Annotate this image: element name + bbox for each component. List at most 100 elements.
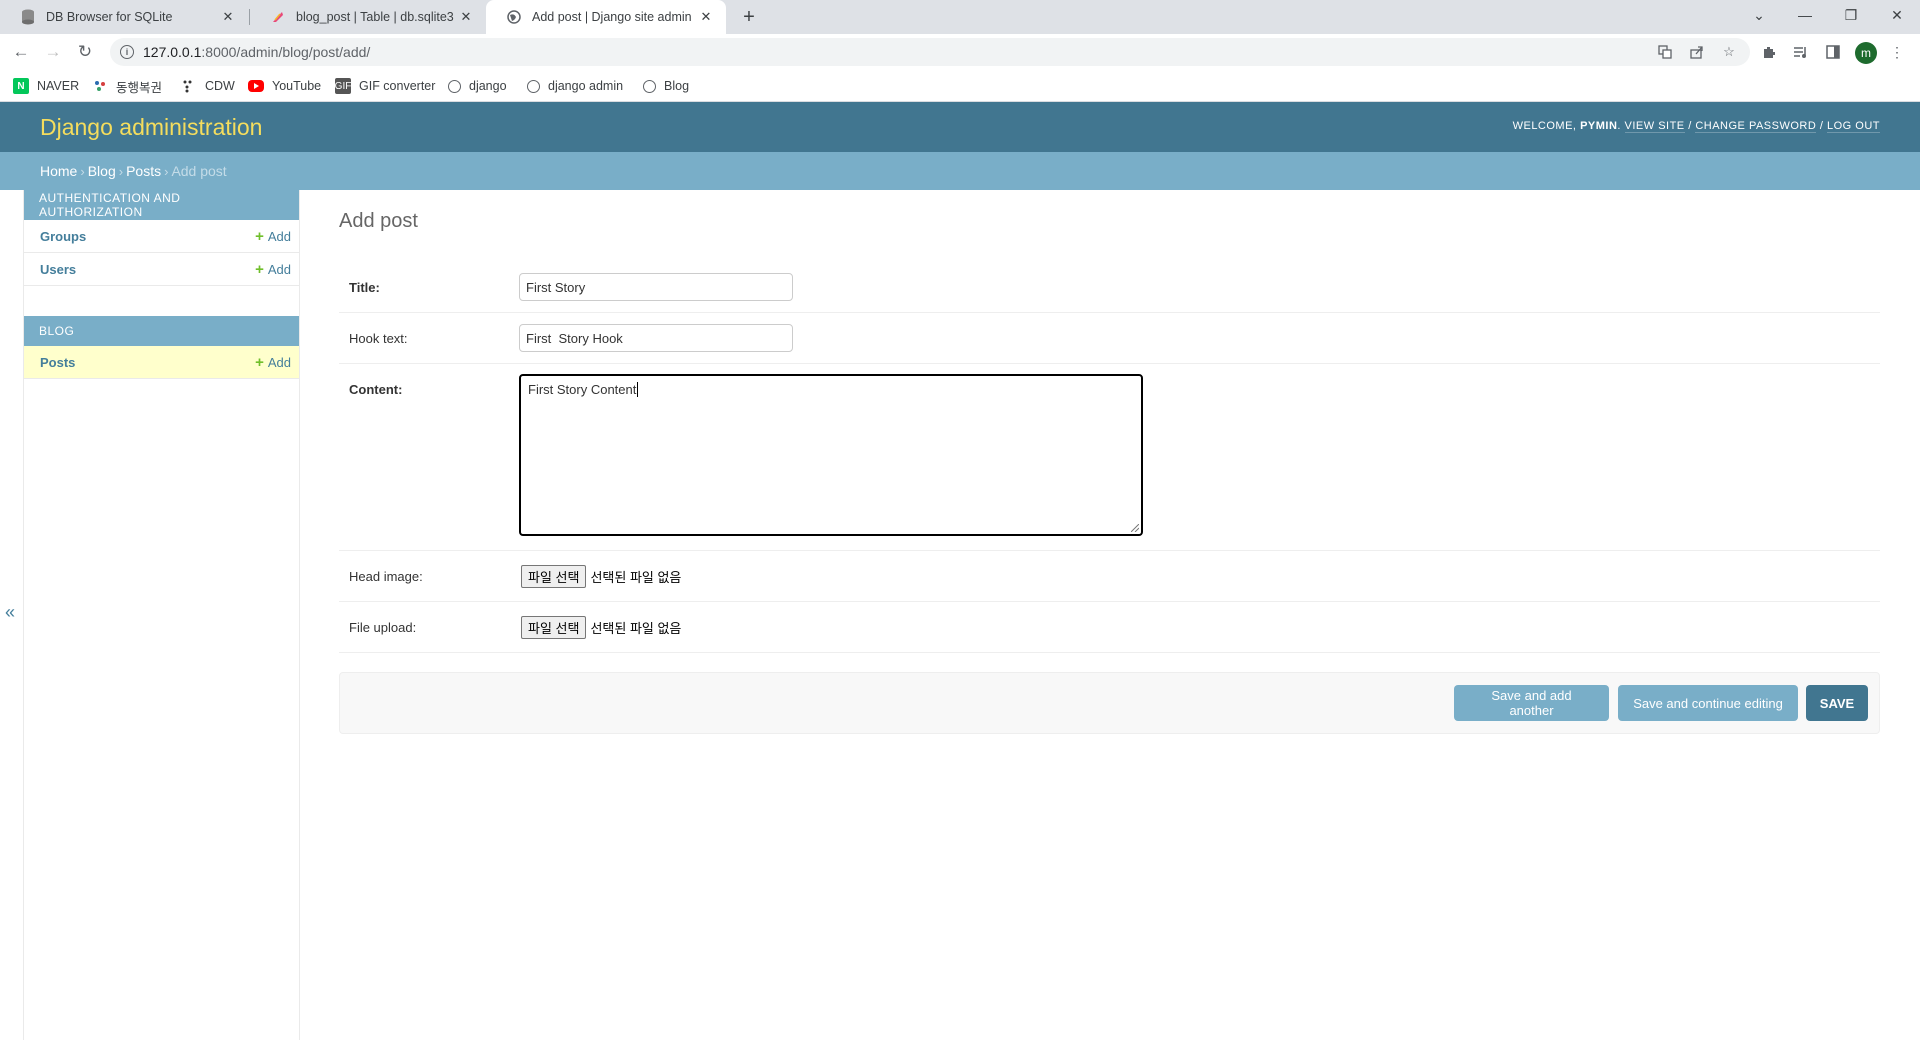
forward-icon[interactable]: → (41, 40, 65, 64)
breadcrumb-home[interactable]: Home (40, 163, 77, 179)
breadcrumb-separator: › (80, 163, 85, 179)
file-status-text: 선택된 파일 없음 (590, 621, 682, 636)
file-upload-file-input[interactable]: 파일 선택 선택된 파일 없음 (521, 616, 681, 639)
model-link-posts[interactable]: Posts (40, 355, 75, 370)
bookmark-label: NAVER (37, 79, 80, 93)
close-icon[interactable]: ✕ (220, 9, 236, 25)
view-site-link[interactable]: View site (1624, 120, 1685, 133)
side-panel-icon[interactable] (1823, 42, 1843, 62)
site-branding[interactable]: Django administration (40, 114, 262, 141)
change-password-link[interactable]: Change password (1695, 120, 1817, 133)
add-users-link[interactable]: + Add (255, 261, 291, 278)
tab-blog-post-table[interactable]: blog_post | Table | db.sqlite3 ✕ (250, 0, 486, 34)
form-row-hook-text: Hook text: (339, 313, 1880, 364)
welcome-text: Welcome, (1512, 120, 1577, 132)
kebab-menu-icon[interactable]: ⋮ (1887, 42, 1907, 62)
model-link-users[interactable]: Users (40, 262, 76, 277)
globe-icon (643, 79, 656, 93)
globe-icon (527, 79, 540, 93)
resize-grip-icon[interactable] (1131, 524, 1139, 532)
module-caption-blog[interactable]: Blog (24, 316, 299, 346)
admin-header: Django administration Welcome, pymin. Vi… (0, 102, 1920, 152)
minimize-button[interactable]: — (1782, 0, 1828, 30)
site-info-icon[interactable]: i (120, 45, 134, 59)
new-tab-button[interactable]: + (737, 5, 761, 29)
tab-search-icon[interactable]: ⌄ (1736, 0, 1782, 30)
window-close-button[interactable]: ✕ (1874, 0, 1920, 30)
tab-db-browser[interactable]: DB Browser for SQLite ✕ (0, 0, 248, 34)
back-icon[interactable]: ← (9, 40, 33, 64)
lottery-icon (92, 78, 108, 94)
url-text[interactable]: 127.0.0.1:8000/admin/blog/post/add/ (143, 44, 370, 60)
hook-text-label: Hook text: (349, 331, 408, 346)
form-row-head-image: Head image: 파일 선택 선택된 파일 없음 (339, 551, 1880, 602)
feather-icon (270, 9, 286, 25)
choose-file-button[interactable]: 파일 선택 (521, 565, 587, 588)
plus-icon: + (255, 260, 264, 278)
head-image-file-input[interactable]: 파일 선택 선택된 파일 없음 (521, 565, 681, 588)
log-out-link[interactable]: Log out (1826, 120, 1880, 133)
bookmark-label: Blog (664, 79, 690, 93)
save-button[interactable]: Save (1806, 685, 1868, 721)
sidebar-collapse-toggle[interactable]: « (5, 602, 19, 623)
save-continue-editing-button[interactable]: Save and continue editing (1618, 685, 1798, 721)
username: pymin (1580, 120, 1618, 132)
sidebar-item-users: Users + Add (24, 253, 299, 286)
tab-title: DB Browser for SQLite (46, 10, 173, 24)
close-icon[interactable]: ✕ (698, 9, 714, 25)
bookmark-lottery[interactable]: 동행복권 (92, 77, 162, 95)
add-label: Add (267, 354, 291, 370)
module-caption-auth[interactable]: Authentication and Authorization (24, 190, 299, 220)
bookmark-gif-converter[interactable]: GIF GIF converter (335, 77, 435, 95)
choose-file-button[interactable]: 파일 선택 (521, 616, 587, 639)
file-status-text: 선택된 파일 없음 (590, 570, 682, 585)
sidebar-item-posts: Posts + Add (24, 346, 299, 379)
profile-avatar[interactable]: m (1855, 42, 1877, 64)
reload-icon[interactable]: ↻ (73, 40, 97, 64)
star-icon[interactable]: ☆ (1721, 44, 1737, 60)
globe-icon (448, 79, 461, 93)
module-spacer (24, 286, 299, 316)
hook-text-input[interactable] (519, 324, 793, 352)
content-label: Content: (349, 382, 403, 397)
breadcrumb-posts[interactable]: Posts (126, 163, 161, 179)
content-textarea[interactable]: First Story Content (519, 374, 1143, 536)
bookmark-django-admin[interactable]: django admin (527, 77, 623, 95)
page-title: Add post (339, 210, 418, 232)
bookmark-django[interactable]: django (448, 77, 507, 95)
naver-icon: N (13, 78, 29, 94)
save-add-another-button[interactable]: Save and add another (1454, 685, 1609, 721)
bookmark-blog[interactable]: Blog (643, 77, 689, 95)
gif-icon: GIF (335, 78, 351, 94)
sidebar-item-groups: Groups + Add (24, 220, 299, 253)
breadcrumb-separator: › (118, 163, 124, 179)
add-posts-link[interactable]: + Add (255, 354, 291, 371)
bookmark-naver[interactable]: N NAVER (13, 77, 79, 95)
bookmarks-bar: N NAVER 동행복권 CDW YouTube GIF GIF convert… (0, 70, 1920, 102)
restore-button[interactable]: ❐ (1828, 0, 1874, 30)
title-label: Title: (349, 280, 380, 295)
breadcrumb-blog[interactable]: Blog (88, 163, 116, 179)
address-bar[interactable]: i 127.0.0.1:8000/admin/blog/post/add/ (110, 38, 1750, 66)
user-tools: Welcome, pymin. View site / Change passw… (1512, 120, 1880, 133)
database-icon (20, 9, 36, 25)
browser-toolbar: ← → ↻ i 127.0.0.1:8000/admin/blog/post/a… (0, 34, 1920, 70)
form-row-file-upload: File upload: 파일 선택 선택된 파일 없음 (339, 602, 1880, 653)
add-groups-link[interactable]: + Add (255, 228, 291, 245)
share-icon[interactable] (1689, 44, 1705, 60)
add-label: Add (267, 261, 291, 277)
extensions-icon[interactable] (1759, 42, 1779, 62)
translate-icon[interactable] (1657, 44, 1673, 60)
tab-add-post[interactable]: Add post | Django site admin ✕ (486, 0, 726, 34)
tab-title: blog_post | Table | db.sqlite3 (296, 10, 454, 24)
bookmark-label: 동행복권 (116, 80, 163, 95)
model-link-groups[interactable]: Groups (40, 229, 86, 244)
media-icon[interactable] (1791, 42, 1811, 62)
bookmark-cdw[interactable]: CDW (181, 77, 235, 95)
globe-icon (506, 9, 522, 25)
submit-row: Save and add another Save and continue e… (339, 672, 1880, 734)
text-cursor (637, 382, 639, 397)
bookmark-youtube[interactable]: YouTube (248, 77, 321, 95)
title-input[interactable] (519, 273, 793, 301)
close-icon[interactable]: ✕ (458, 9, 474, 25)
